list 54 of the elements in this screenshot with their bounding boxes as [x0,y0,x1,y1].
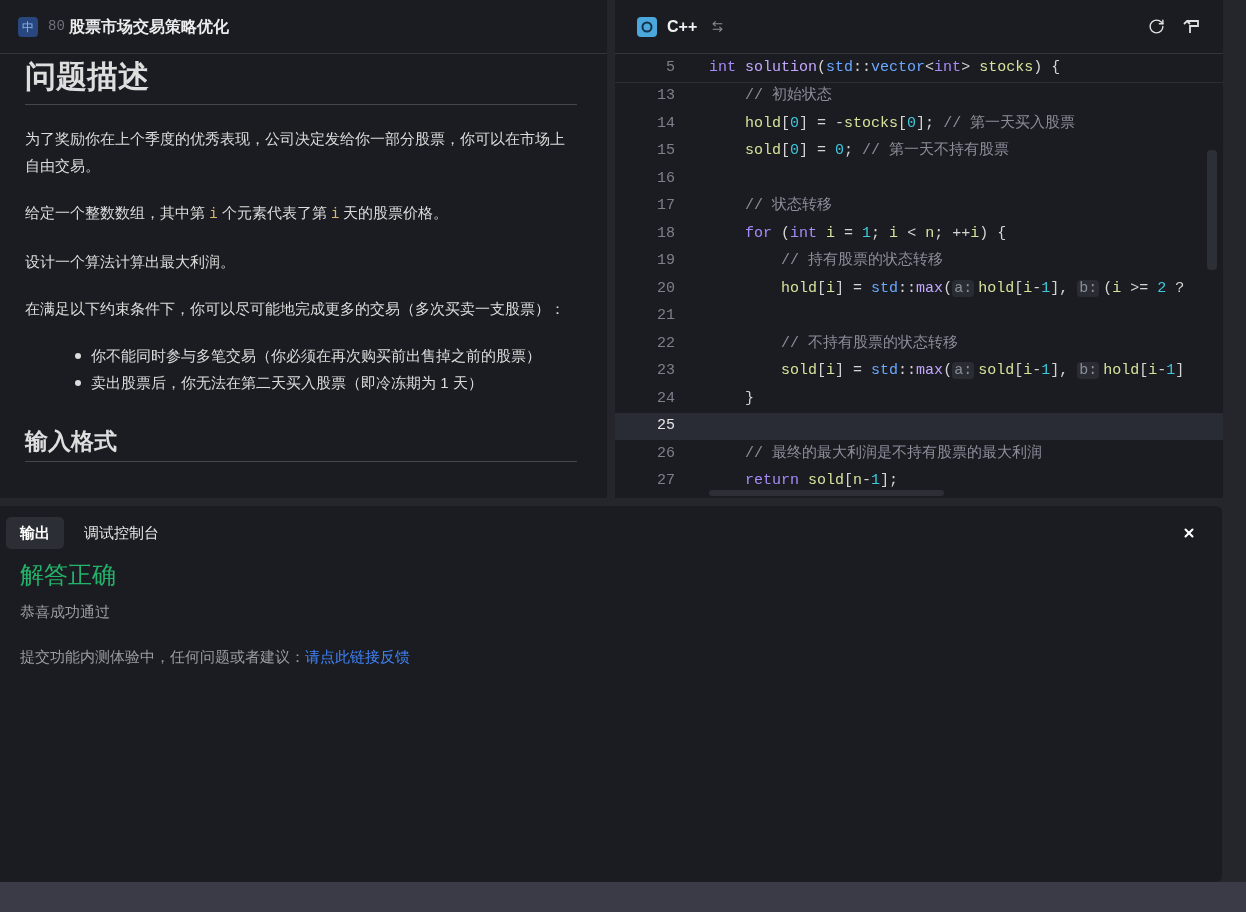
cpp-logo-icon [637,16,657,37]
code-line: for (int i = 1; i < n; ++i) { [744,223,1007,244]
line-number: 22 [656,333,676,354]
code-line: // 初始状态 [744,85,832,106]
result-status: 解答正确 [20,560,117,590]
line-number: 13 [656,86,676,106]
feedback-link[interactable]: 请点此链接反馈 [305,645,410,668]
section-heading: 问题描述 [25,54,577,105]
code-line: sold[0] = 0; // 第一天不持有股票 [744,141,1010,161]
problem-title: 股票市场交易策略优化 [68,16,229,37]
switch-icon[interactable] [711,20,725,33]
list-item: 你不能同时参与多笔交易（你必须在再次购买前出售掉之前的股票） [91,346,541,366]
language-badge: 中 [18,16,38,37]
code-line: // 不持有股票的状态转移 [780,333,959,354]
code-line: // 持有股票的状态转移 [780,250,944,271]
line-number: 20 [656,278,676,299]
line-number: 21 [656,306,676,326]
language-selector[interactable]: C++ [667,14,698,39]
section-heading: 输入格式 [25,424,577,462]
reset-icon[interactable] [1148,18,1165,35]
line-number: 19 [656,251,676,271]
code-line: return sold[n-1]; [744,471,899,491]
paragraph: 设计一个算法计算出最大利润。 [25,252,236,272]
bullet-icon [75,352,81,359]
close-icon[interactable] [1182,526,1196,540]
code-line: sold[i] = std::max(a: sold[i-1], b: hold[i-1] [780,361,1185,381]
line-number: 15 [656,141,676,161]
problem-number: 80 [48,17,65,36]
line-number: 24 [656,388,676,409]
paragraph: 给定一个整数数组，其中第 i 个元素代表了第 i 天的股票价格。 [25,203,450,224]
code-line: } [744,388,754,409]
format-icon[interactable] [1181,17,1201,36]
code-line: hold[0] = -stocks[0]; // 第一天买入股票 [744,113,1076,134]
code-line: int solution(std::vector<int> stocks) { [709,57,1061,78]
line-number: 14 [656,113,676,134]
list-item: 卖出股票后，你无法在第二天买入股票（即冷冻期为 1 天） [91,373,483,393]
code-line: // 最终的最大利润是不持有股票的最大利润 [744,443,1042,464]
line-number: 25 [656,416,676,436]
line-number: 27 [656,471,676,491]
paragraph: 为了奖励你在上个季度的优秀表现，公司决定发给你一部分股票，你可以在市场上自由交易。 [25,129,566,176]
bullet-icon [75,379,81,386]
feedback-text: 提交功能内测体验中，任何问题或者建议： [20,646,305,667]
line-number: 26 [656,443,676,464]
result-message: 恭喜成功通过 [20,602,111,622]
output-tab[interactable]: 调试控制台 [70,517,173,549]
line-number: 18 [656,223,676,244]
line-number: 17 [656,196,676,216]
code-line: // 状态转移 [744,195,832,216]
line-number: 16 [656,168,676,189]
line-number: 23 [656,361,676,381]
code-line: hold[i] = std::max(a: hold[i-1], b: (i >= 2 ? [780,278,1185,299]
line-number: 5 [665,57,676,78]
paragraph: 在满足以下约束条件下，你可以尽可能地完成更多的交易（多次买卖一支股票）： [25,299,566,319]
output-tab[interactable]: 输出 [6,517,64,549]
